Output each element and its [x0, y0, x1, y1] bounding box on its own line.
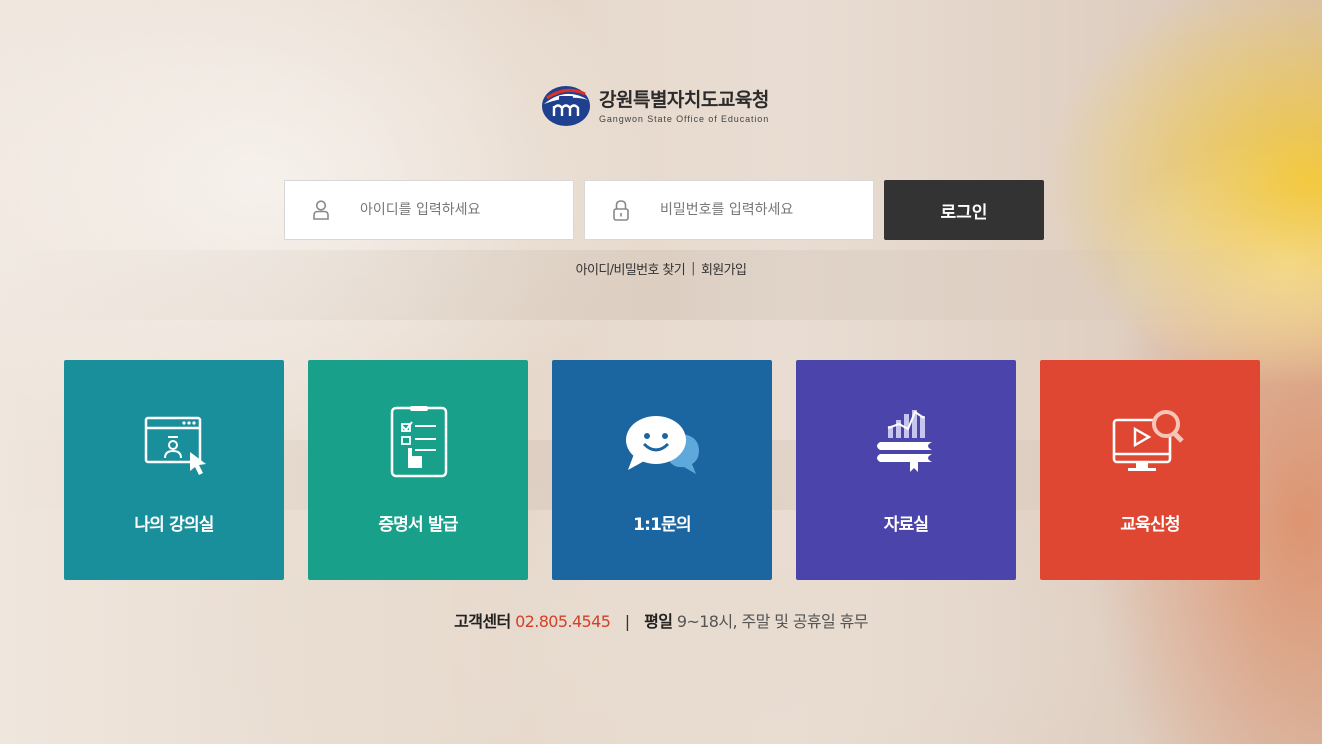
menu-label-inquiry: 1:1문의 [633, 515, 692, 535]
join-link[interactable]: 회원가입 [701, 259, 747, 278]
site-logo[interactable]: 강원특별자치도교육청 Gangwon State Office of Educa… [541, 82, 801, 130]
support-separator: | [624, 612, 630, 631]
library-icon [877, 410, 932, 472]
certificate-icon [390, 406, 448, 478]
gangwon-emblem-icon [542, 86, 590, 126]
menu-label-education-apply: 교육신청 [1120, 515, 1180, 535]
menu-label-certificate: 증명서 발급 [378, 515, 458, 535]
user-icon [313, 200, 329, 220]
password-input[interactable] [660, 202, 840, 218]
menu-card-library[interactable]: 자료실 [796, 360, 1016, 580]
chat-icon [626, 416, 699, 474]
classroom-icon [144, 416, 206, 475]
logo-title: 강원특별자치도교육청 [599, 88, 769, 111]
education-apply-icon [1112, 410, 1184, 471]
menu-card-inquiry[interactable]: 1:1문의 [552, 360, 772, 580]
account-links: 아이디/비밀번호 찾기 | 회원가입 [0, 259, 1322, 278]
id-field[interactable] [284, 180, 574, 240]
support-phone: 02.805.4545 [515, 612, 611, 631]
support-hours: 9~18시, 주말 및 공휴일 휴무 [676, 612, 869, 631]
menu-card-education-apply[interactable]: 교육신청 [1040, 360, 1260, 580]
menu-card-certificate[interactable]: 증명서 발급 [308, 360, 528, 580]
id-input[interactable] [360, 202, 540, 218]
password-field[interactable] [584, 180, 874, 240]
support-center-label: 고객센터 [454, 612, 511, 631]
logo-subtitle: Gangwon State Office of Education [599, 113, 770, 124]
lock-icon [613, 200, 629, 221]
support-info: 고객센터 02.805.4545 | 평일 9~18시, 주말 및 공휴일 휴무 [0, 608, 1322, 632]
link-separator: | [691, 261, 695, 276]
menu-card-classroom[interactable]: 나의 강의실 [64, 360, 284, 580]
menu-label-classroom: 나의 강의실 [134, 515, 214, 535]
login-button[interactable]: 로그인 [884, 180, 1044, 240]
find-account-link[interactable]: 아이디/비밀번호 찾기 [576, 259, 686, 278]
weekday-label: 평일 [644, 612, 673, 631]
menu-label-library: 자료실 [883, 515, 929, 535]
